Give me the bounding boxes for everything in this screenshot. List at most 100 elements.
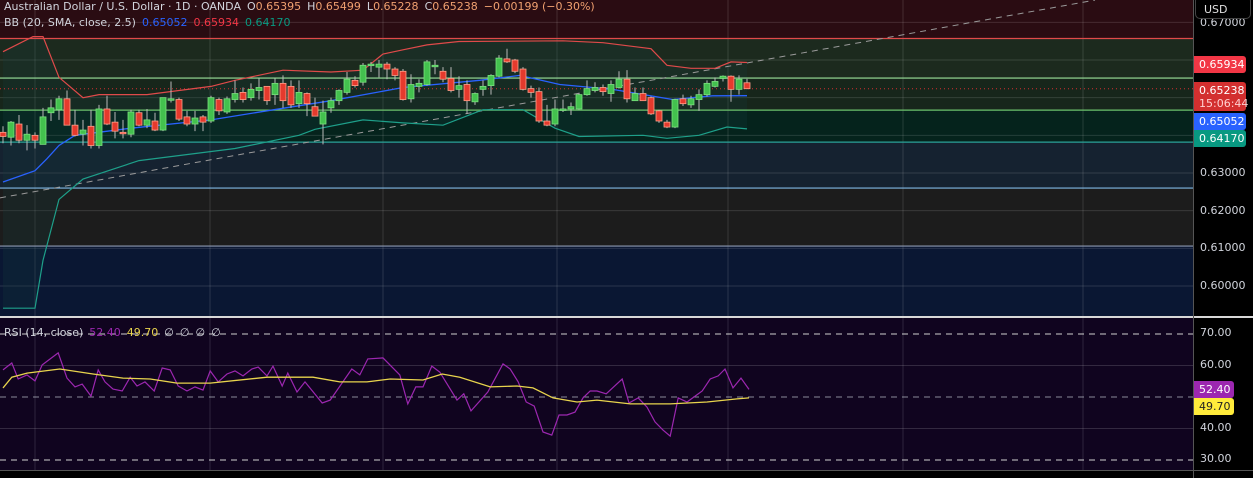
price-tick: 0.62000 xyxy=(1200,204,1246,217)
close-label: C xyxy=(424,0,433,13)
rsi-tick: 40.00 xyxy=(1200,421,1232,434)
candle-down xyxy=(399,70,407,100)
candle-up xyxy=(719,75,727,79)
candle-up xyxy=(167,98,175,101)
candle-up xyxy=(567,106,575,110)
candle-up xyxy=(671,99,679,128)
candle-up xyxy=(471,93,479,103)
candle-up xyxy=(223,98,231,113)
candle-down xyxy=(175,99,183,120)
high-label: H xyxy=(307,0,316,13)
candle-down xyxy=(119,131,127,135)
candle-down xyxy=(447,78,455,91)
candle-up xyxy=(607,84,615,94)
candle-down xyxy=(463,84,471,102)
candle-up xyxy=(159,97,167,131)
bar-countdown: 15:06:44 xyxy=(1199,97,1249,110)
candle-down xyxy=(351,79,359,87)
candle-up xyxy=(415,82,423,87)
candle-up xyxy=(735,78,743,90)
candle-up xyxy=(687,98,695,106)
candle-up xyxy=(319,111,327,125)
candle-up xyxy=(191,117,199,125)
candle-up xyxy=(23,133,31,141)
candle-down xyxy=(519,68,527,90)
candle-up xyxy=(559,108,567,111)
bb-basis-value: 0.65052 xyxy=(141,16,188,29)
candle-up xyxy=(479,85,487,90)
candle-up xyxy=(551,108,559,125)
last-price-badge: 0.65238 15:06:44 xyxy=(1194,82,1249,111)
candle-up xyxy=(95,108,103,146)
symbol-title[interactable]: Australian Dollar / U.S. Dollar · 1D · O… xyxy=(4,0,241,13)
candle-down xyxy=(511,59,519,72)
candle-up xyxy=(55,98,63,111)
rsi-tick: 30.00 xyxy=(1200,452,1232,465)
bb-upper-value: 0.65934 xyxy=(193,16,239,29)
candle-down xyxy=(391,68,399,76)
candle-up xyxy=(7,121,15,138)
candle-down xyxy=(655,110,663,122)
candle-down xyxy=(151,120,159,131)
candle-down xyxy=(439,70,447,80)
bb-upper-badge: 0.65934 xyxy=(1194,56,1246,73)
candle-up xyxy=(39,116,47,145)
low-value: 0.65228 xyxy=(373,0,419,13)
candle-down xyxy=(263,85,271,102)
candle-up xyxy=(359,64,367,83)
close-value: 0.65238 xyxy=(432,0,478,13)
rsi-ma-value: 49.70 xyxy=(126,326,159,339)
candle-down xyxy=(303,93,311,105)
candle-down xyxy=(663,121,671,128)
candle-up xyxy=(247,88,255,99)
symbol-legend[interactable]: Australian Dollar / U.S. Dollar · 1D · O… xyxy=(4,0,595,13)
bb-lower-badge: 0.64170 xyxy=(1194,130,1246,147)
candle-up xyxy=(367,63,375,67)
candle-down xyxy=(287,85,295,106)
candle-down xyxy=(679,98,687,105)
candle-down xyxy=(599,87,607,93)
bb-legend[interactable]: BB (20, SMA, close, 2.5) 0.65052 0.65934… xyxy=(4,16,290,29)
change-value: −0.00199 (−0.30%) xyxy=(483,0,595,13)
rsi-extra-value: ∅ xyxy=(211,326,221,339)
candle-up xyxy=(295,91,303,105)
last-price-value: 0.65238 xyxy=(1199,84,1245,97)
candle-down xyxy=(63,98,71,126)
currency-button[interactable]: USD xyxy=(1195,0,1251,19)
candle-down xyxy=(727,75,735,90)
candle-up xyxy=(423,61,431,85)
candle-up xyxy=(327,100,335,109)
candle-down xyxy=(535,91,543,122)
candle-down xyxy=(15,123,23,141)
candle-up xyxy=(335,90,343,102)
rsi-pane[interactable] xyxy=(0,318,1193,470)
candle-up xyxy=(455,85,463,90)
candle-up xyxy=(79,129,87,135)
rsi-extra-value: ∅ xyxy=(179,326,190,339)
rsi-extra-value: ∅ xyxy=(164,326,174,339)
candle-down xyxy=(183,116,191,125)
candle-down xyxy=(71,124,79,136)
rsi-label[interactable]: RSI (14, close) xyxy=(4,326,83,339)
pane-divider[interactable] xyxy=(0,316,1253,318)
open-label: O xyxy=(246,0,256,13)
candle-up xyxy=(631,93,639,102)
rsi-tick: 70.00 xyxy=(1200,326,1232,339)
candle-down xyxy=(647,97,655,115)
candle-up xyxy=(711,81,719,87)
rsi-legend[interactable]: RSI (14, close) 52.40 49.70 ∅ ∅ ∅ ∅ xyxy=(4,326,221,339)
candle-up xyxy=(495,57,503,77)
bb-lower-value: 0.64170 xyxy=(244,16,291,29)
candle-up xyxy=(255,87,263,91)
price-chart-pane[interactable] xyxy=(0,0,1193,317)
candle-down xyxy=(311,106,319,117)
candle-down xyxy=(111,121,119,132)
candle-down xyxy=(623,78,631,100)
candle-down xyxy=(0,131,7,137)
rsi-background xyxy=(0,318,1193,470)
candle-up xyxy=(575,94,583,110)
bb-label[interactable]: BB (20, SMA, close, 2.5) xyxy=(4,16,136,29)
candle-down xyxy=(135,112,143,126)
open-value: 0.65395 xyxy=(255,0,302,13)
candle-up xyxy=(231,93,239,100)
